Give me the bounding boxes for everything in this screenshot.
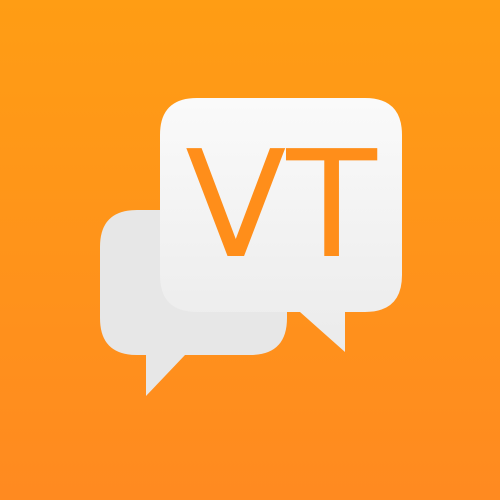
chat-bubbles-logo: VT <box>100 98 402 396</box>
app-icon: VT <box>0 0 500 500</box>
logo-text: VT <box>185 119 377 291</box>
